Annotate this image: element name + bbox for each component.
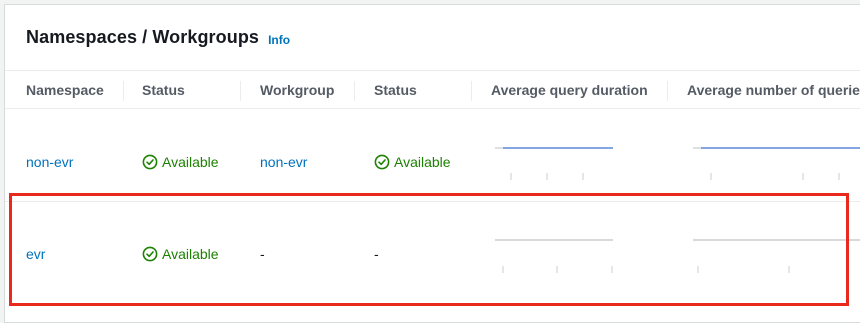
table-row: non-evr Available non-evr Available xyxy=(5,110,860,202)
column-separator[interactable] xyxy=(123,81,124,101)
column-header-namespace[interactable]: Namespace xyxy=(26,71,104,109)
workgroup-link[interactable]: non-evr xyxy=(260,152,307,172)
status-text: Available xyxy=(394,154,451,170)
column-header-avg-number-of-queries[interactable]: Average number of queries xyxy=(687,71,860,109)
status-text: Available xyxy=(162,154,219,170)
table-header: Namespace Status Workgroup Status Averag… xyxy=(5,71,860,109)
workgroup-status: Available xyxy=(374,152,451,172)
workgroup-empty: - xyxy=(260,246,265,262)
column-header-workgroup[interactable]: Workgroup xyxy=(260,71,334,109)
avg-query-duration-sparkline xyxy=(495,239,613,273)
check-circle-icon xyxy=(142,246,158,262)
check-circle-icon xyxy=(142,154,158,170)
column-header-avg-query-duration[interactable]: Average query duration xyxy=(491,71,648,109)
status-text: Available xyxy=(162,246,219,262)
workgroup-status-empty: - xyxy=(374,246,379,262)
column-separator[interactable] xyxy=(354,81,355,101)
column-header-namespace-status[interactable]: Status xyxy=(142,71,185,109)
table-row: evr Available - - xyxy=(5,203,860,303)
namespace-link[interactable]: non-evr xyxy=(26,152,73,172)
column-separator[interactable] xyxy=(240,81,241,101)
namespace-link[interactable]: evr xyxy=(26,244,45,264)
info-link[interactable]: Info xyxy=(268,33,290,47)
namespace-status: Available xyxy=(142,152,219,172)
panel-title: Namespaces / Workgroups xyxy=(26,27,260,47)
check-circle-icon xyxy=(374,154,390,170)
namespaces-workgroups-panel: Namespaces / Workgroups Info Namespace S… xyxy=(4,4,860,323)
avg-query-duration-sparkline xyxy=(495,147,613,180)
panel-header: Namespaces / Workgroups Info xyxy=(5,5,860,71)
avg-number-of-queries-sparkline xyxy=(693,239,860,273)
avg-number-of-queries-sparkline xyxy=(693,147,860,180)
column-separator[interactable] xyxy=(471,81,472,101)
column-separator[interactable] xyxy=(667,81,668,101)
column-header-workgroup-status[interactable]: Status xyxy=(374,71,417,109)
namespace-status: Available xyxy=(142,244,219,264)
